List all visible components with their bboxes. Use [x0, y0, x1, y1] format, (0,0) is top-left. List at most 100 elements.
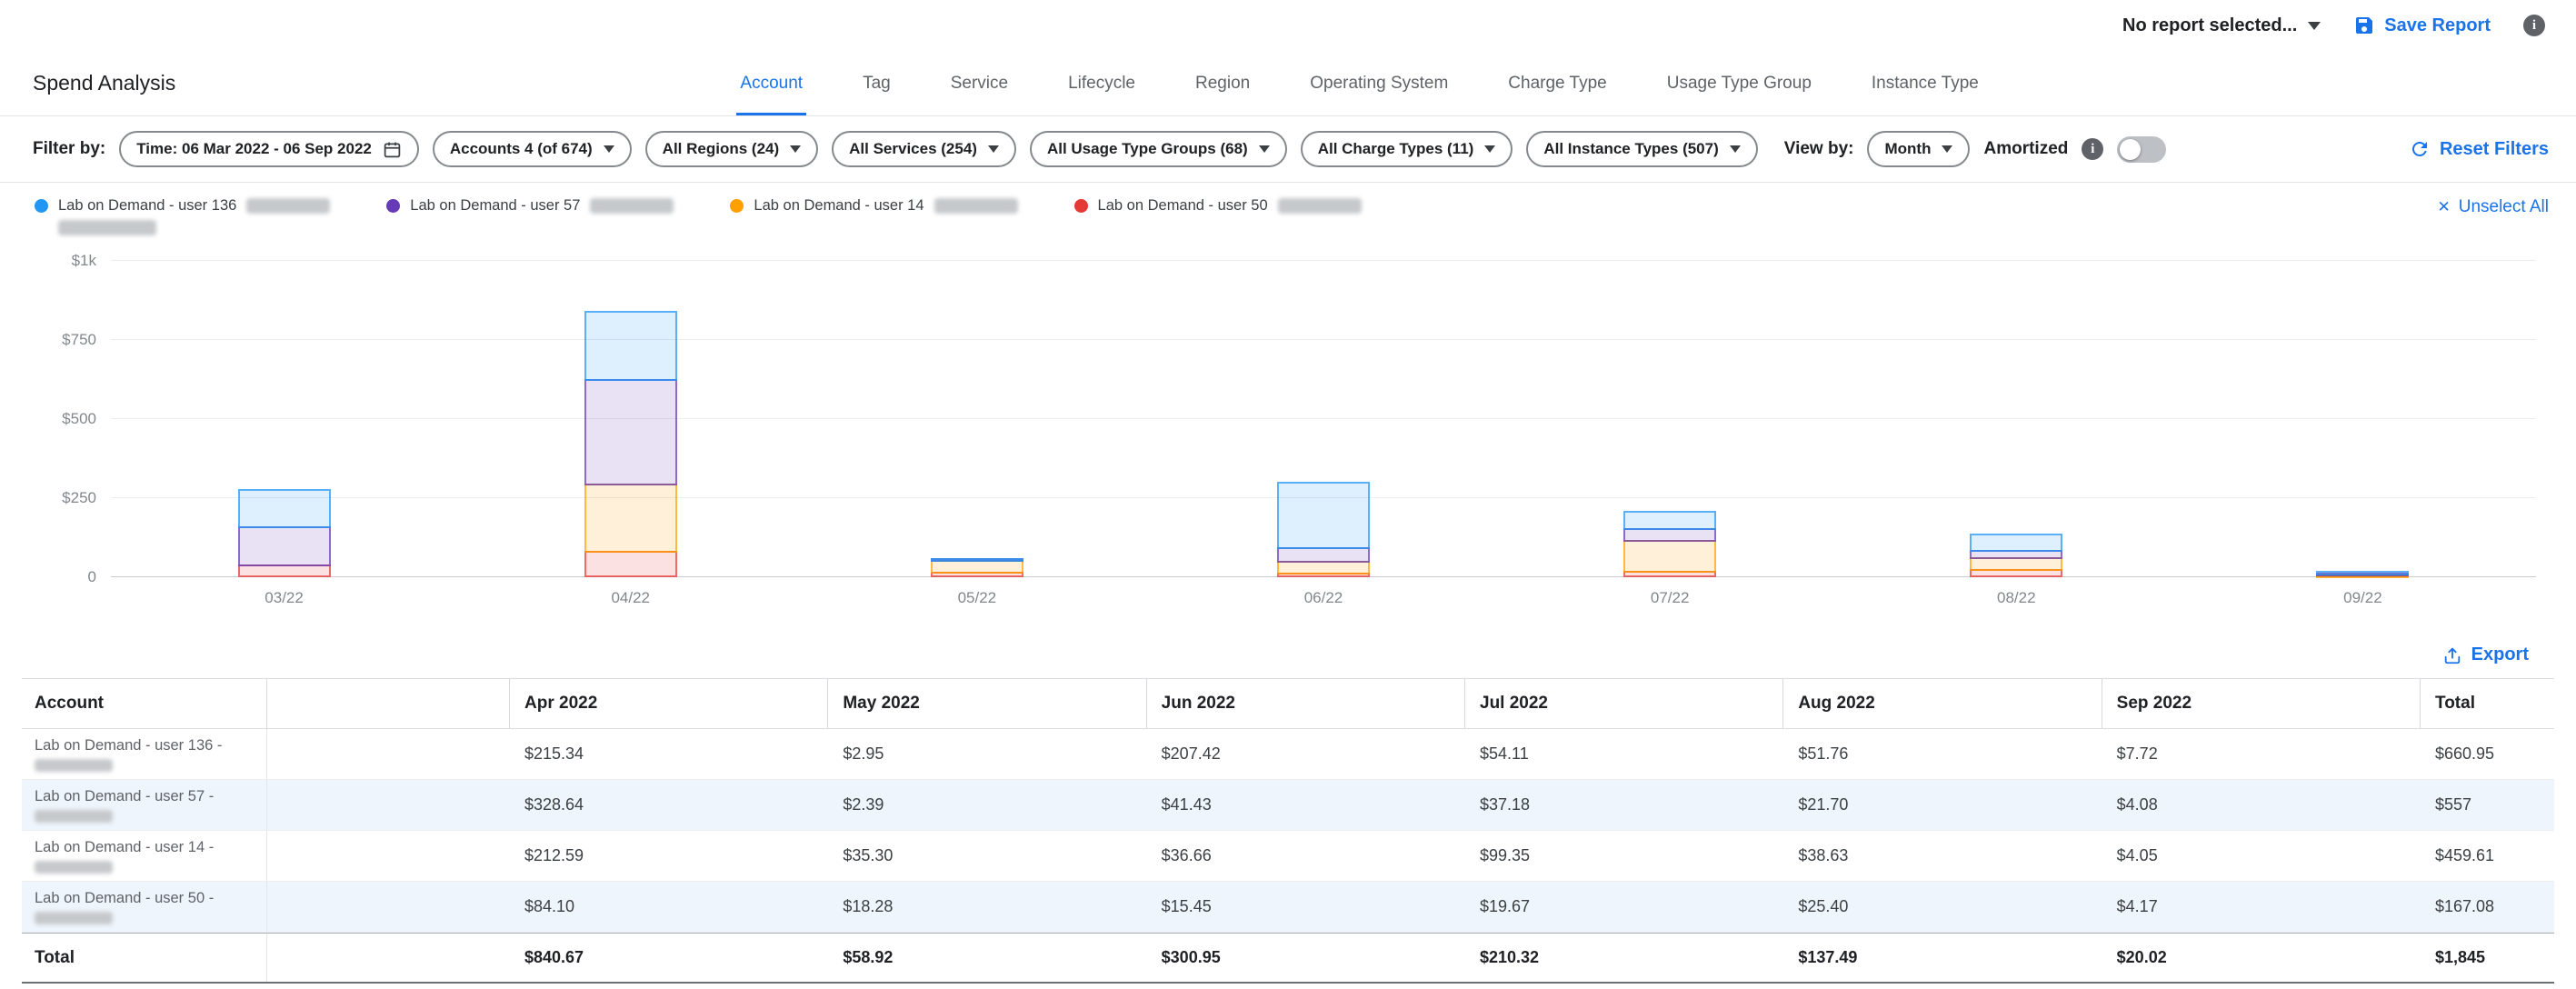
column-header-sep-2022[interactable]: Sep 2022: [2102, 679, 2420, 728]
bar-segment-lab-on-demand-user-57[interactable]: [1623, 528, 1716, 542]
filter-pill-all-instance-types-507[interactable]: All Instance Types (507): [1526, 131, 1757, 167]
column-header-may-2022[interactable]: May 2022: [827, 679, 1145, 728]
caret-down-icon: [1259, 145, 1270, 153]
redacted-text: [35, 912, 113, 924]
bar-08-22[interactable]: [1970, 261, 2062, 577]
legend-item-lab-on-demand-user-14[interactable]: Lab on Demand - user 14: [730, 197, 1017, 235]
bar-segment-lab-on-demand-user-57[interactable]: [584, 379, 677, 485]
bar-segment-lab-on-demand-user-136[interactable]: [238, 489, 331, 529]
x-axis-tick: 09/22: [2190, 589, 2536, 607]
bar-segment-lab-on-demand-user-50[interactable]: [584, 551, 677, 577]
bar-06-22[interactable]: [1277, 261, 1370, 577]
tab-region[interactable]: Region: [1192, 74, 1253, 115]
bar-segment-lab-on-demand-user-50[interactable]: [238, 564, 331, 577]
cell-may-2022: $2.39: [827, 780, 1145, 830]
table-spacer: [267, 780, 509, 830]
chart-column-03-22: 03/22: [111, 261, 457, 577]
bar-03-22[interactable]: [238, 261, 331, 577]
bar-segment-lab-on-demand-user-136[interactable]: [1623, 511, 1716, 530]
bar-segment-lab-on-demand-user-14[interactable]: [1623, 540, 1716, 574]
account-cell: Lab on Demand - user 50 -: [22, 882, 267, 932]
report-selector-label: No report selected...: [2122, 15, 2297, 36]
bar-segment-lab-on-demand-user-136[interactable]: [584, 311, 677, 381]
view-by-dropdown[interactable]: Month: [1867, 131, 1970, 167]
tab-account[interactable]: Account: [736, 74, 806, 115]
bar-segment-lab-on-demand-user-136[interactable]: [1277, 482, 1370, 549]
account-cell: Lab on Demand - user 14 -: [22, 831, 267, 881]
y-axis-tick: $1k: [33, 252, 96, 270]
amortized-info-icon[interactable]: [2082, 138, 2103, 160]
column-header-jul-2022[interactable]: Jul 2022: [1464, 679, 1782, 728]
chart-plot: 03/2204/2205/2206/2207/2208/2209/22: [111, 261, 2536, 577]
bar-segment-lab-on-demand-user-14[interactable]: [584, 484, 677, 553]
column-header-aug-2022[interactable]: Aug 2022: [1782, 679, 2101, 728]
export-row: Export: [0, 623, 2576, 676]
column-header-account[interactable]: Account: [22, 679, 267, 728]
y-axis-tick: $500: [33, 410, 96, 428]
account-name: Lab on Demand - user 57 -: [35, 788, 255, 805]
x-axis-tick: 06/22: [1150, 589, 1496, 607]
bar-05-22[interactable]: [931, 261, 1023, 577]
cell-jul-2022: $99.35: [1464, 831, 1782, 881]
tab-tag[interactable]: Tag: [859, 74, 894, 115]
cell-total: $167.08: [2420, 882, 2554, 932]
table-spacer: [267, 882, 509, 932]
calendar-icon: [383, 140, 402, 159]
column-header-total[interactable]: Total: [2420, 679, 2554, 728]
tab-service[interactable]: Service: [947, 74, 1012, 115]
column-header-jun-2022[interactable]: Jun 2022: [1146, 679, 1464, 728]
export-button[interactable]: Export: [2442, 644, 2529, 665]
cell-may-2022: $2.95: [827, 729, 1145, 779]
legend-item-lab-on-demand-user-57[interactable]: Lab on Demand - user 57: [386, 197, 674, 235]
table-spacer: [267, 831, 509, 881]
account-name: Lab on Demand - user 14 -: [35, 839, 255, 856]
spend-table: Account Apr 2022May 2022Jun 2022Jul 2022A…: [22, 678, 2554, 984]
unselect-all-button[interactable]: Unselect All: [2437, 197, 2549, 217]
close-icon: [2437, 197, 2450, 217]
title-tabs-row: Spend Analysis AccountTagServiceLifecycl…: [0, 51, 2576, 116]
bar-07-22[interactable]: [1623, 261, 1716, 577]
account-name: Lab on Demand - user 136 -: [35, 737, 255, 754]
legend-label: Lab on Demand - user 14: [754, 197, 924, 215]
y-axis-tick: $750: [33, 331, 96, 349]
legend-item-lab-on-demand-user-136[interactable]: Lab on Demand - user 136: [35, 197, 330, 235]
bar-segment-lab-on-demand-user-136[interactable]: [1970, 534, 2062, 552]
bar-segment-lab-on-demand-user-14[interactable]: [1277, 561, 1370, 574]
filter-pill-accounts-4-of-674[interactable]: Accounts 4 (of 674): [433, 131, 632, 167]
bar-segment-lab-on-demand-user-14[interactable]: [931, 560, 1023, 573]
tab-usage-type-group[interactable]: Usage Type Group: [1663, 74, 1815, 115]
bar-segment-lab-on-demand-user-14[interactable]: [1970, 557, 2062, 571]
tab-lifecycle[interactable]: Lifecycle: [1064, 74, 1139, 115]
caret-down-icon: [988, 145, 999, 153]
column-header-apr-2022[interactable]: Apr 2022: [509, 679, 827, 728]
cell-total: $557: [2420, 780, 2554, 830]
total-cell-aug-2022: $137.49: [1782, 934, 2101, 982]
bar-09-22[interactable]: [2316, 261, 2409, 577]
bar-04-22[interactable]: [584, 261, 677, 577]
legend-item-main: Lab on Demand - user 14: [730, 197, 1017, 215]
x-axis-tick: 03/22: [111, 589, 457, 607]
bar-segment-lab-on-demand-user-57[interactable]: [238, 526, 331, 566]
filter-pill-all-charge-types-11[interactable]: All Charge Types (11): [1301, 131, 1513, 167]
filter-pill-all-regions-24[interactable]: All Regions (24): [645, 131, 818, 167]
cell-sep-2022: $4.17: [2102, 882, 2420, 932]
cell-jun-2022: $207.42: [1146, 729, 1464, 779]
legend-item-lab-on-demand-user-50[interactable]: Lab on Demand - user 50: [1074, 197, 1362, 235]
info-icon[interactable]: [2523, 15, 2545, 36]
tab-instance-type[interactable]: Instance Type: [1868, 74, 1982, 115]
filter-pill-all-usage-type-groups-68[interactable]: All Usage Type Groups (68): [1030, 131, 1287, 167]
bar-segment-lab-on-demand-user-57[interactable]: [1277, 547, 1370, 562]
filter-pill-all-services-254[interactable]: All Services (254): [832, 131, 1016, 167]
reset-filters-button[interactable]: Reset Filters: [2409, 138, 2549, 160]
filter-pill-time[interactable]: Time: 06 Mar 2022 - 06 Sep 2022: [119, 131, 419, 167]
chart-slots: 03/2204/2205/2206/2207/2208/2209/22: [111, 261, 2536, 577]
save-report-button[interactable]: Save Report: [2353, 15, 2491, 36]
tab-charge-type[interactable]: Charge Type: [1504, 74, 1610, 115]
amortized-toggle[interactable]: [2117, 136, 2166, 163]
report-selector[interactable]: No report selected...: [2122, 15, 2321, 36]
legend-item-main: Lab on Demand - user 57: [386, 197, 674, 215]
tab-operating-system[interactable]: Operating System: [1306, 74, 1452, 115]
chart-area: 03/2204/2205/2206/2207/2208/2209/22 $1k $…: [27, 248, 2549, 623]
bar-segment-lab-on-demand-user-136[interactable]: [2316, 571, 2409, 575]
bar-segment-lab-on-demand-user-136[interactable]: [931, 558, 1023, 562]
